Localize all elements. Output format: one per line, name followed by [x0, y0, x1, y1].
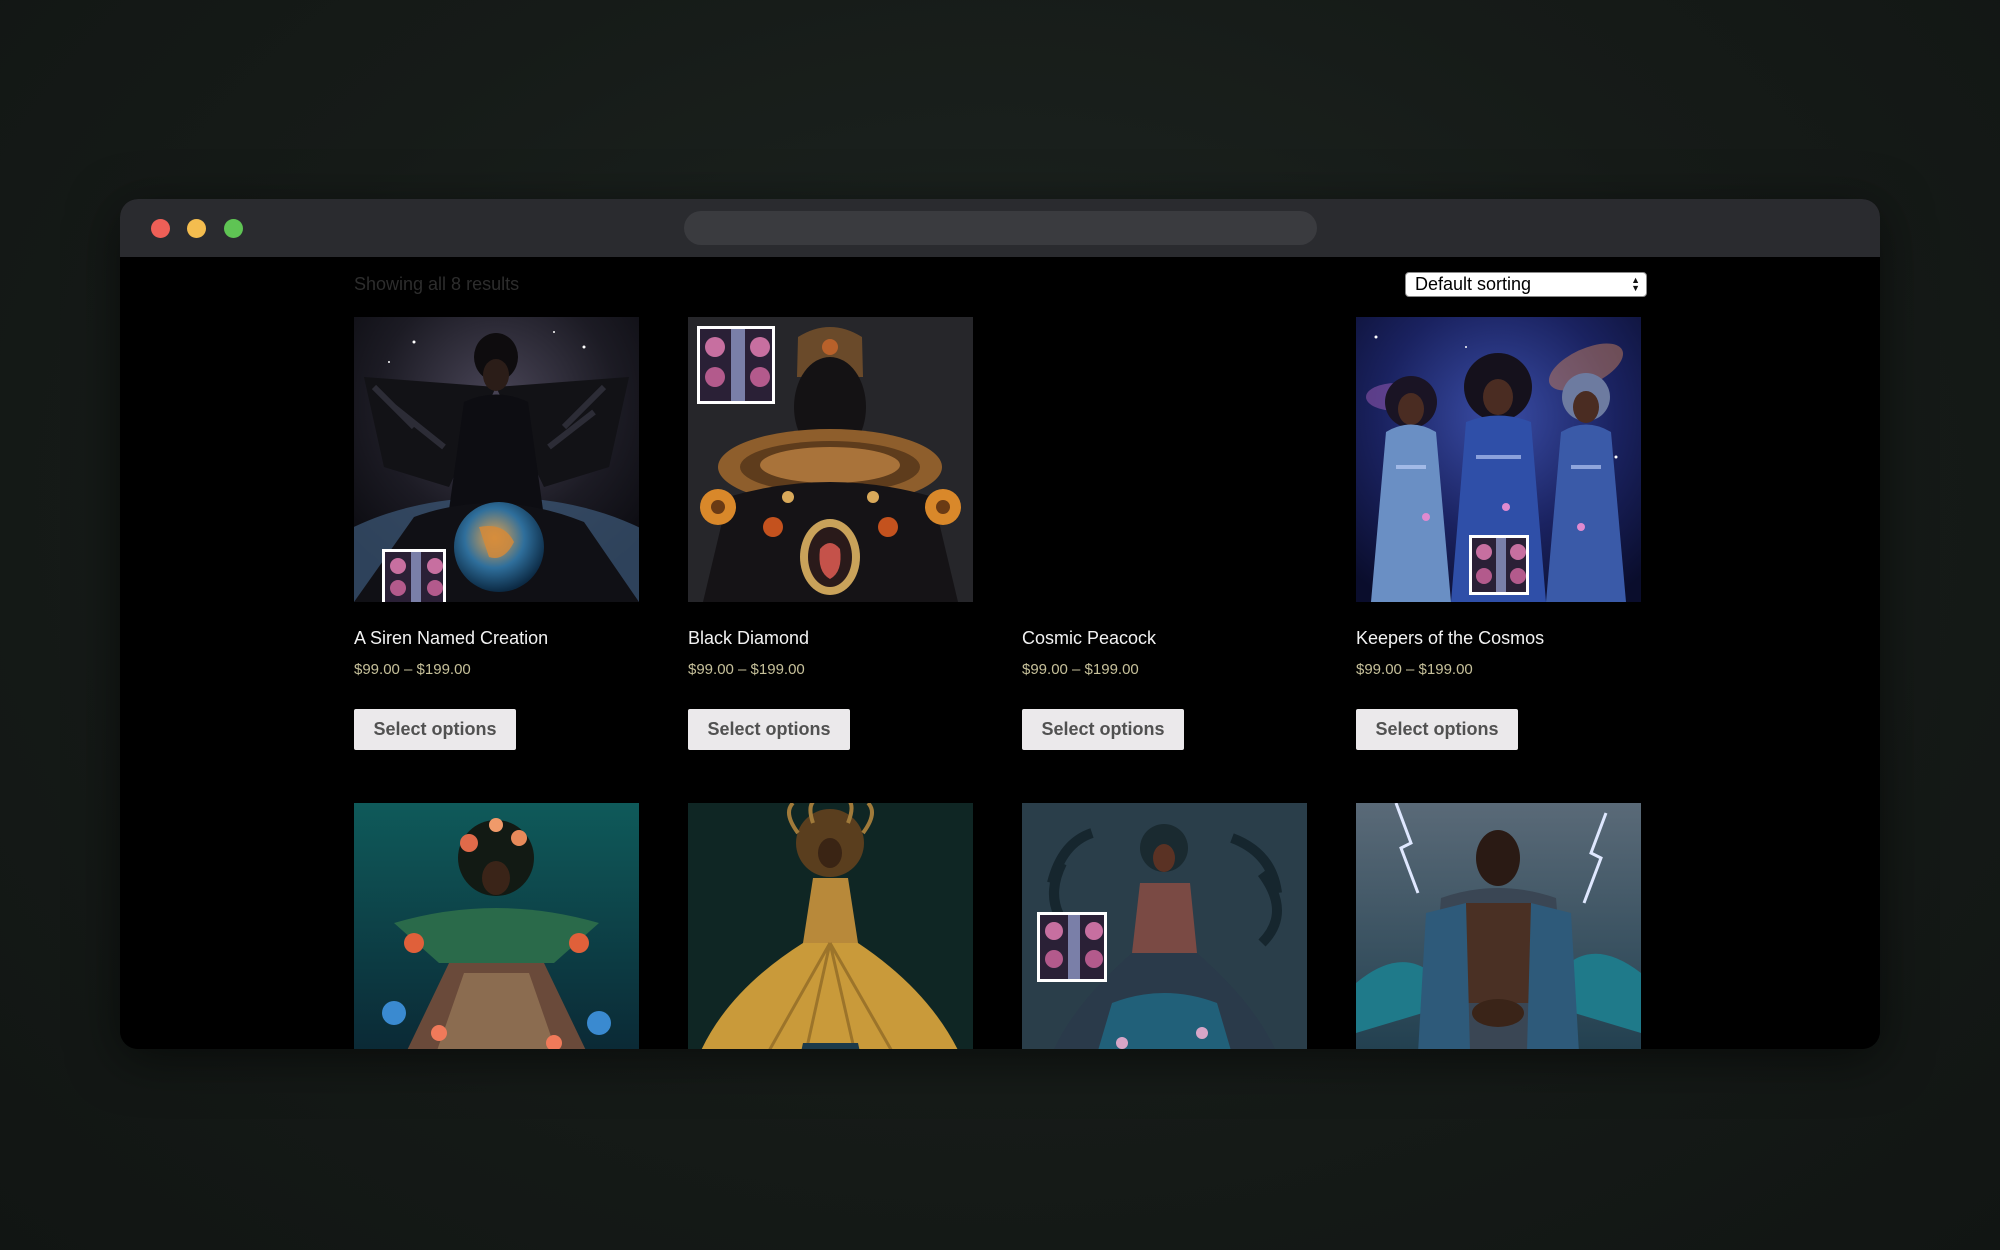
shop-page: Showing all 8 results Default sorting ▲ ▼: [120, 257, 1880, 1049]
product-image[interactable]: [688, 317, 973, 602]
product-title[interactable]: Black Diamond: [688, 628, 809, 649]
browser-titlebar: [120, 199, 1880, 257]
product-image[interactable]: [1022, 803, 1307, 1049]
sorting-selected-value: Default sorting: [1415, 274, 1532, 294]
minimize-window-button[interactable]: [187, 219, 206, 238]
select-options-button[interactable]: Select options: [1356, 709, 1518, 750]
maximize-window-button[interactable]: [224, 219, 243, 238]
product-price: $99.00 – $199.00: [688, 661, 805, 678]
select-options-button[interactable]: Select options: [1022, 709, 1184, 750]
close-window-button[interactable]: [151, 219, 170, 238]
product-title[interactable]: Cosmic Peacock: [1022, 628, 1156, 649]
product-price: $99.00 – $199.00: [1356, 661, 1473, 678]
product-price: $99.00 – $199.00: [1022, 661, 1139, 678]
product-image[interactable]: [354, 317, 639, 602]
product-image-placeholder[interactable]: [1022, 317, 1307, 602]
gallery-badge-icon: [697, 326, 775, 404]
gallery-badge-icon: [1469, 535, 1529, 595]
browser-window: Showing all 8 results Default sorting ▲ ▼: [120, 199, 1880, 1049]
gallery-badge-icon: [1037, 912, 1107, 982]
result-count: Showing all 8 results: [354, 274, 520, 294]
product-image[interactable]: [1356, 803, 1641, 1049]
select-options-button[interactable]: Select options: [354, 709, 516, 750]
product-title[interactable]: Keepers of the Cosmos: [1356, 628, 1544, 649]
product-price: $99.00 – $199.00: [354, 661, 471, 678]
product-image[interactable]: [1356, 317, 1641, 602]
sorting-select[interactable]: Default sorting ▲ ▼: [1405, 272, 1647, 297]
select-arrows-icon: ▲ ▼: [1631, 275, 1640, 293]
select-options-button[interactable]: Select options: [688, 709, 850, 750]
product-image[interactable]: [688, 803, 973, 1049]
product-image[interactable]: [354, 803, 639, 1049]
product-title[interactable]: A Siren Named Creation: [354, 628, 548, 649]
gallery-badge-icon: [382, 549, 446, 602]
address-bar[interactable]: [684, 211, 1317, 245]
